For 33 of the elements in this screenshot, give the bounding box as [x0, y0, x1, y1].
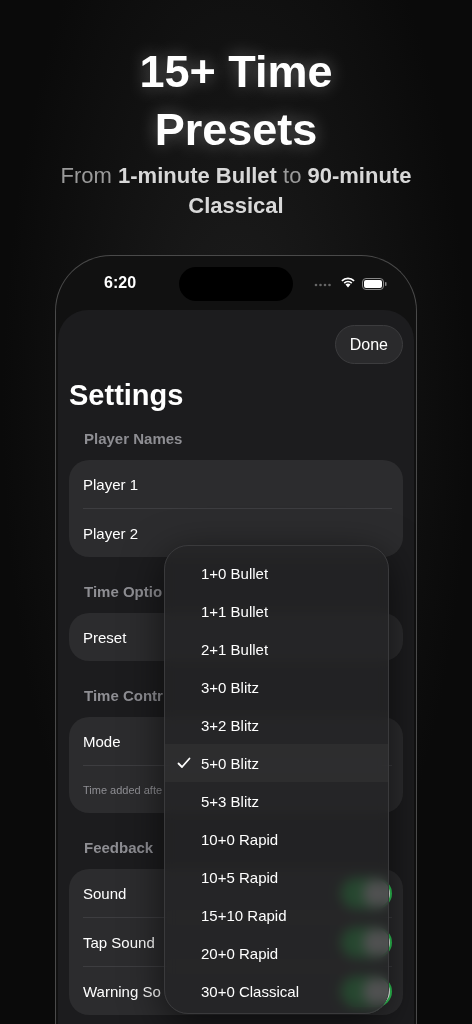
row-label: Warning So — [83, 982, 161, 1000]
menu-item[interactable]: 5+3 Blitz — [165, 782, 388, 820]
battery-icon — [362, 278, 387, 290]
menu-item[interactable]: 20+0 Rapid — [165, 934, 388, 972]
row-label: Sound — [83, 884, 127, 902]
row-label: Tap Sound — [83, 933, 155, 951]
menu-item[interactable]: 30+0 Classical — [165, 972, 388, 1010]
wifi-icon — [340, 276, 356, 288]
menu-item[interactable]: 10+5 Rapid — [165, 858, 388, 896]
menu-item[interactable]: 3+2 Blitz — [165, 706, 388, 744]
section-header: Time Optio — [84, 582, 163, 602]
name-field[interactable]: Player 1 — [83, 475, 139, 493]
menu-item[interactable]: 2+1 Bullet — [165, 630, 388, 668]
menu-item[interactable]: 10+0 Rapid — [165, 820, 388, 858]
headline: 15+ Time Presets — [138, 45, 334, 157]
section-header: Player Names — [84, 429, 183, 449]
subtitle: From 1-minute Bullet to 90-minute Classical — [59, 162, 413, 220]
section-header: Time Contr — [84, 686, 163, 706]
signal-icon — [314, 283, 332, 287]
menu-item[interactable]: 1+0 Bullet — [165, 554, 388, 592]
status-time: 6:20 — [104, 274, 137, 292]
menu-item[interactable]: 1+1 Bullet — [165, 592, 388, 630]
checkmark-icon — [177, 757, 191, 769]
footnote-text: Time added afte — [83, 783, 163, 796]
section-header: Feedback — [84, 838, 154, 858]
done-button[interactable]: Done — [334, 325, 403, 364]
page-title: Settings — [69, 378, 185, 412]
name-field[interactable]: Player 2 — [83, 524, 139, 542]
menu-item[interactable]: 3+0 Blitz — [165, 668, 388, 706]
menu-item[interactable]: 15+10 Rapid — [165, 896, 388, 934]
row-label[interactable]: Preset — [83, 628, 127, 646]
row-label[interactable]: Mode — [83, 732, 121, 750]
menu-item[interactable]: 5+0 Blitz — [165, 744, 388, 782]
